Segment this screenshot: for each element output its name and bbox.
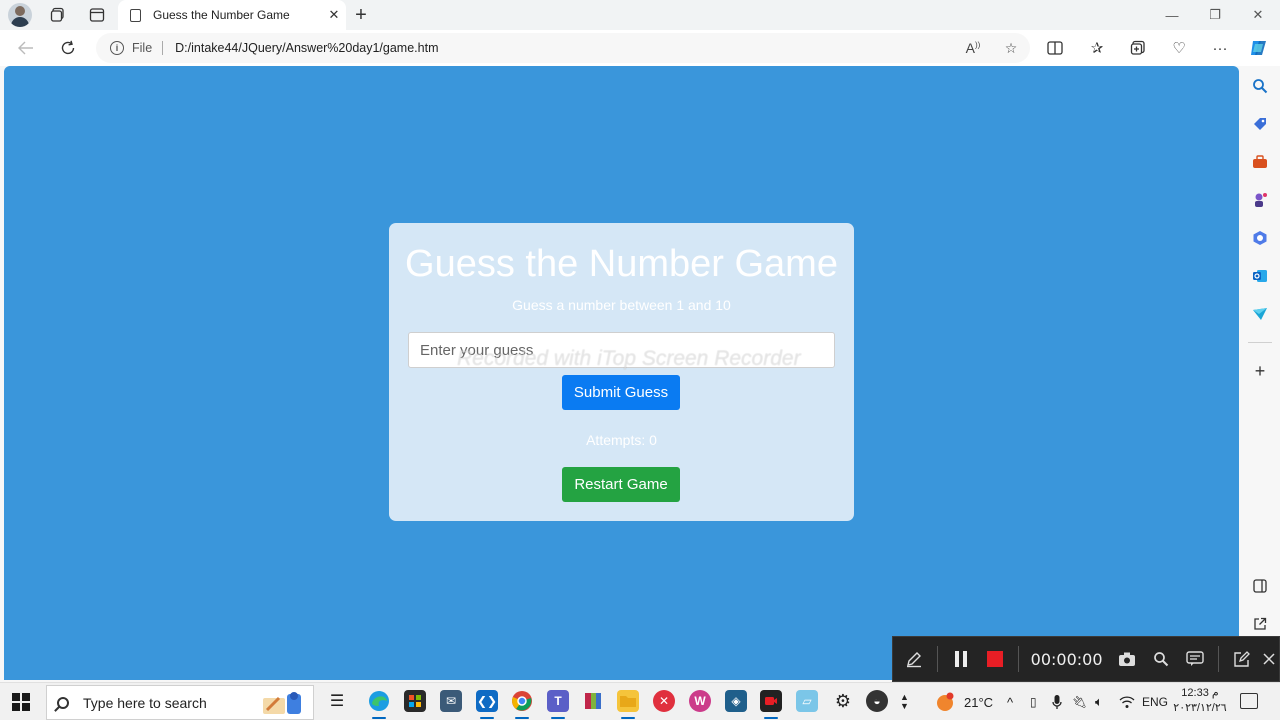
- hide-sidebar-icon[interactable]: [1249, 575, 1271, 597]
- taskbar-search-placeholder: Type here to search: [83, 694, 207, 711]
- edge-app-icon[interactable]: [368, 690, 390, 719]
- tab-actions-icon[interactable]: [86, 4, 108, 26]
- page-viewport: Guess the Number Game Guess a number bet…: [4, 66, 1239, 680]
- drop-icon[interactable]: [1249, 303, 1271, 325]
- game-instructions: Guess a number between 1 and 10: [512, 297, 731, 313]
- pause-icon[interactable]: [944, 644, 978, 674]
- volume-icon[interactable]: 🔈︎: [1095, 683, 1103, 720]
- close-window-button[interactable]: ✕: [1238, 4, 1278, 26]
- url-text[interactable]: D:/intake44/JQuery/Answer%20day1/game.ht…: [175, 41, 954, 55]
- shopping-tag-icon[interactable]: [1249, 113, 1271, 135]
- tools-briefcase-icon[interactable]: [1249, 151, 1271, 173]
- browser-tab-bar: Guess the Number Game ✕ + — ❐ ✕: [0, 0, 1280, 30]
- game-card: Guess the Number Game Guess a number bet…: [389, 223, 854, 521]
- profile-avatar[interactable]: [8, 3, 32, 27]
- notifications-icon[interactable]: [1240, 693, 1258, 709]
- taskbar-clock[interactable]: 12:33 م ٢٠٢٣/١٢/٢٦: [1172, 686, 1228, 716]
- tab-title: Guess the Number Game: [153, 8, 290, 22]
- file-label: File: [132, 41, 164, 55]
- recording-timer: 00:00:00: [1030, 649, 1103, 669]
- settings-gear-icon[interactable]: ⚙: [832, 690, 854, 712]
- mail-app-icon[interactable]: ✉: [440, 690, 462, 712]
- teams-app-icon[interactable]: T: [547, 690, 569, 719]
- winrar-app-icon[interactable]: [582, 690, 604, 712]
- edge-sidebar: +: [1240, 66, 1280, 680]
- notes-app-icon[interactable]: ▱: [796, 690, 818, 712]
- screen-recorder-panel: 00:00:00: [892, 636, 1280, 682]
- pen-draw-icon[interactable]: [897, 644, 931, 674]
- taskbar-scroll-arrows[interactable]: ▲ ▼: [900, 683, 909, 720]
- language-indicator[interactable]: ENG: [1142, 683, 1168, 720]
- game-title: Guess the Number Game: [405, 243, 838, 285]
- tab-close-icon[interactable]: ✕: [322, 7, 346, 23]
- vpn-shield-app-icon[interactable]: ◈: [725, 690, 747, 712]
- microsoft-365-icon[interactable]: [1249, 227, 1271, 249]
- info-icon[interactable]: i: [110, 41, 124, 55]
- restart-game-button[interactable]: Restart Game: [562, 467, 680, 502]
- clock-date: ٢٠٢٣/١٢/٢٦: [1173, 702, 1227, 714]
- new-tab-button[interactable]: +: [350, 4, 372, 26]
- restore-button[interactable]: ❐: [1195, 4, 1235, 26]
- split-screen-icon[interactable]: [1043, 37, 1067, 59]
- games-icon[interactable]: [1249, 189, 1271, 211]
- browser-toolbar: i File D:/intake44/JQuery/Answer%20day1/…: [0, 30, 1280, 66]
- show-hidden-icons-chevron[interactable]: ^: [1007, 683, 1013, 720]
- page-icon: [130, 8, 141, 22]
- store-app-icon[interactable]: [404, 690, 426, 712]
- refresh-icon[interactable]: [56, 37, 80, 59]
- weather-widget[interactable]: 21°C: [935, 683, 993, 720]
- battery-icon[interactable]: 🔌︎: [1072, 683, 1087, 720]
- taskbar-search-box[interactable]: Type here to search: [46, 685, 314, 720]
- minimize-button[interactable]: —: [1152, 4, 1192, 26]
- more-menu-icon[interactable]: ···: [1208, 37, 1232, 59]
- weather-sun-icon: [937, 692, 954, 711]
- tab-guess-game[interactable]: Guess the Number Game ✕: [118, 0, 346, 30]
- annotate-icon[interactable]: [1225, 644, 1259, 674]
- windows-start-icon[interactable]: [12, 693, 30, 711]
- browser-essentials-icon[interactable]: ♡: [1167, 37, 1191, 59]
- external-link-icon[interactable]: [1249, 613, 1271, 635]
- address-bar[interactable]: i File D:/intake44/JQuery/Answer%20day1/…: [96, 33, 1030, 63]
- search-icon[interactable]: [1249, 75, 1271, 97]
- copilot-icon[interactable]: [1247, 37, 1271, 59]
- zoom-icon[interactable]: [1144, 644, 1178, 674]
- collections-icon[interactable]: [1126, 37, 1150, 59]
- outlook-icon[interactable]: [1249, 265, 1271, 287]
- wifi-icon[interactable]: [1119, 683, 1135, 720]
- task-view-icon[interactable]: ☰: [326, 690, 348, 712]
- guess-input[interactable]: [408, 332, 835, 368]
- read-aloud-icon[interactable]: A)): [954, 40, 992, 56]
- weather-temperature: 21°C: [964, 694, 994, 710]
- chrome-app-icon[interactable]: [511, 690, 533, 719]
- search-icon: [57, 696, 69, 709]
- submit-guess-button[interactable]: Submit Guess: [562, 375, 680, 410]
- microphone-icon[interactable]: [1052, 683, 1062, 720]
- stop-record-icon[interactable]: [978, 644, 1012, 674]
- vscode-app-icon[interactable]: ❮❯: [476, 690, 498, 719]
- back-arrow-icon[interactable]: [14, 37, 38, 59]
- attempts-counter: Attempts: 0: [586, 432, 657, 448]
- workspaces-icon[interactable]: [47, 4, 69, 26]
- file-explorer-icon[interactable]: [617, 690, 639, 719]
- windows-taskbar: Type here to search ☰ ✉ ❮❯ T ✕ W ◈ ▱ ⚙ ◒…: [0, 682, 1280, 720]
- subtitle-icon[interactable]: [1178, 644, 1212, 674]
- clock-time: 12:33 م: [1181, 687, 1219, 699]
- wps-app-icon[interactable]: W: [689, 690, 711, 712]
- camera-icon[interactable]: [1111, 644, 1145, 674]
- add-sidebar-app-icon[interactable]: +: [1249, 360, 1271, 382]
- xmind-app-icon[interactable]: ✕: [653, 690, 675, 712]
- favorite-star-icon[interactable]: ☆: [992, 40, 1030, 57]
- device-icon[interactable]: ▯: [1030, 683, 1037, 720]
- sidebar-divider: [1248, 342, 1272, 343]
- favorites-icon[interactable]: ✰: [1085, 37, 1109, 59]
- search-highlight-illustration: [263, 692, 301, 714]
- close-recorder-icon[interactable]: [1259, 644, 1279, 674]
- screen-recorder-app-icon[interactable]: [760, 690, 782, 719]
- disk-app-icon[interactable]: ◒: [866, 690, 888, 712]
